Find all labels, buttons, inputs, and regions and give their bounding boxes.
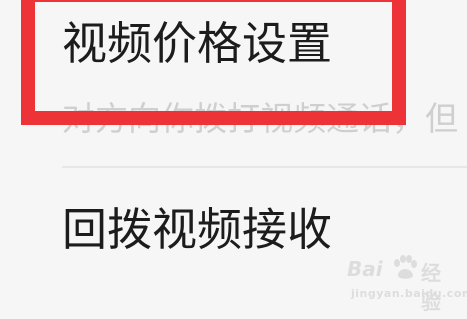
baidu-paw-icon [394,255,417,279]
video-price-settings-title: 视频价格设置 [62,17,333,70]
watermark-url-text: jingyan.baidu.com [351,287,467,300]
watermark-logo-text: Bai [347,257,383,281]
video-price-settings-description: 对方向你拨打视频通话，但 [62,99,458,138]
watermark-brand-text: 经验 [421,261,441,314]
video-price-settings-item[interactable]: 视频价格设置 对方向你拨打视频通话，但 [0,0,467,166]
baidu-jingyan-watermark: Bai 经验 jingyan.baidu.com [341,253,467,314]
callback-video-receive-title: 回拨视频接收 [62,203,333,256]
